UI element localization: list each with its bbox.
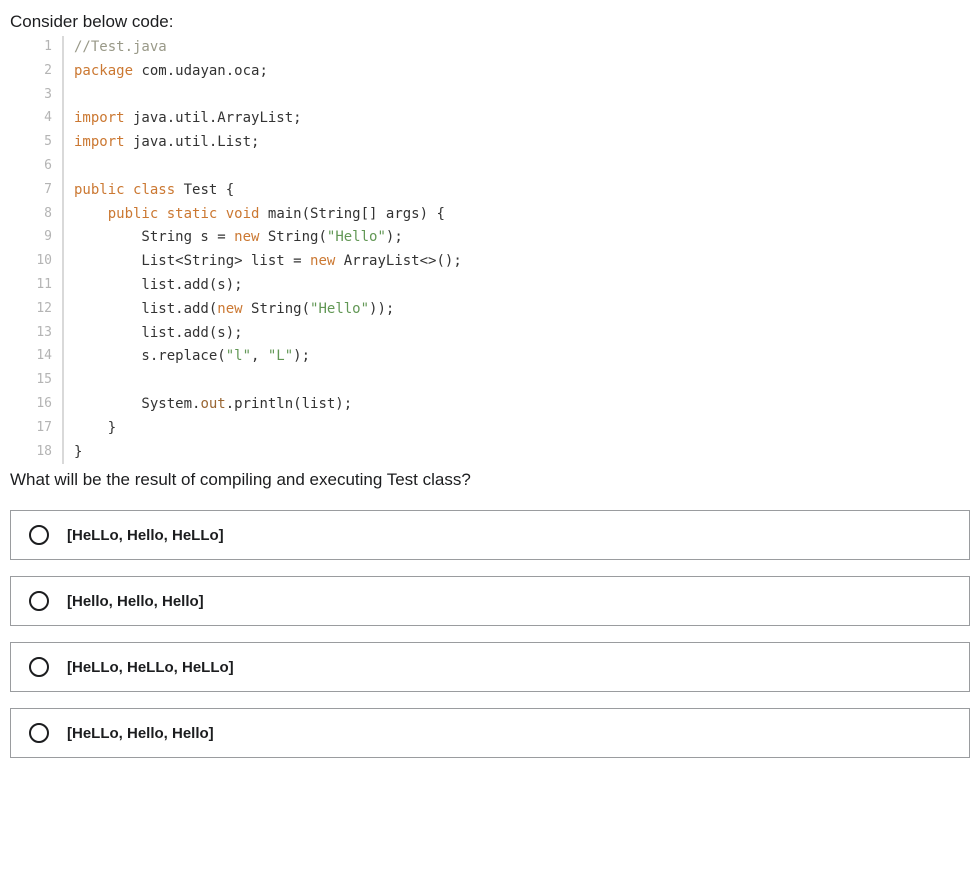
line-number: 8 [20,203,56,225]
line-number: 15 [20,369,56,391]
question-intro: Consider below code: [10,12,970,32]
gutter-separator [62,417,64,441]
code-line: 10 List<String> list = new ArrayList<>()… [20,250,970,274]
code-content: import java.util.ArrayList; [74,107,302,131]
gutter-separator [62,60,64,84]
gutter-separator [62,393,64,417]
code-line: 8 public static void main(String[] args)… [20,203,970,227]
line-number: 2 [20,60,56,82]
code-content: list.add(s); [74,274,243,298]
gutter-separator [62,155,64,179]
code-line: 14 s.replace("l", "L"); [20,345,970,369]
code-content: package com.udayan.oca; [74,60,268,84]
line-number: 1 [20,36,56,58]
line-number: 6 [20,155,56,177]
code-content: public class Test { [74,179,234,203]
gutter-separator [62,107,64,131]
line-number: 4 [20,107,56,129]
line-number: 7 [20,179,56,201]
radio-icon [29,525,49,545]
gutter-separator [62,179,64,203]
gutter-separator [62,250,64,274]
line-number: 11 [20,274,56,296]
gutter-separator [62,131,64,155]
gutter-separator [62,345,64,369]
code-content: //Test.java [74,36,167,60]
line-number: 14 [20,345,56,367]
line-number: 10 [20,250,56,272]
code-line: 15 [20,369,970,393]
answer-option-1[interactable]: [HeLLo, Hello, HeLLo] [10,510,970,560]
code-line: 2 package com.udayan.oca; [20,60,970,84]
gutter-separator [62,322,64,346]
radio-icon [29,657,49,677]
code-line: 11 list.add(s); [20,274,970,298]
code-line: 9 String s = new String("Hello"); [20,226,970,250]
option-label: [HeLLo, Hello, HeLLo] [67,527,224,544]
code-content: String s = new String("Hello"); [74,226,403,250]
code-line: 4 import java.util.ArrayList; [20,107,970,131]
code-line: 1 //Test.java [20,36,970,60]
gutter-separator [62,298,64,322]
code-content: public static void main(String[] args) { [74,203,445,227]
gutter-separator [62,369,64,393]
line-number: 5 [20,131,56,153]
option-label: [HeLLo, Hello, Hello] [67,725,214,742]
line-number: 17 [20,417,56,439]
question-text: What will be the result of compiling and… [10,470,970,490]
code-line: 18} [20,441,970,465]
code-line: 13 list.add(s); [20,322,970,346]
code-content: System.out.println(list); [74,393,352,417]
code-content: list.add(new String("Hello")); [74,298,394,322]
gutter-separator [62,274,64,298]
code-content: list.add(s); [74,322,243,346]
line-number: 13 [20,322,56,344]
line-number: 16 [20,393,56,415]
code-line: 12 list.add(new String("Hello")); [20,298,970,322]
code-line: 3 [20,84,970,108]
gutter-separator [62,36,64,60]
answer-options: [HeLLo, Hello, HeLLo] [Hello, Hello, Hell… [10,510,970,758]
code-line: 16 System.out.println(list); [20,393,970,417]
code-content [74,84,82,108]
code-content: } [74,441,82,465]
gutter-separator [62,84,64,108]
code-content: import java.util.List; [74,131,259,155]
line-number: 18 [20,441,56,463]
gutter-separator [62,441,64,465]
answer-option-3[interactable]: [HeLLo, HeLLo, HeLLo] [10,642,970,692]
code-content: List<String> list = new ArrayList<>(); [74,250,462,274]
gutter-separator [62,226,64,250]
code-content [74,155,82,179]
code-line: 5 import java.util.List; [20,131,970,155]
option-label: [HeLLo, HeLLo, HeLLo] [67,659,234,676]
radio-icon [29,591,49,611]
answer-option-2[interactable]: [Hello, Hello, Hello] [10,576,970,626]
code-content [74,369,82,393]
code-line: 6 [20,155,970,179]
line-number: 12 [20,298,56,320]
code-content: s.replace("l", "L"); [74,345,310,369]
radio-icon [29,723,49,743]
gutter-separator [62,203,64,227]
code-line: 17 } [20,417,970,441]
code-content: } [74,417,116,441]
answer-option-4[interactable]: [HeLLo, Hello, Hello] [10,708,970,758]
line-number: 3 [20,84,56,106]
code-block: 1 //Test.java 2 package com.udayan.oca; 3 4i… [10,36,970,464]
code-line: 7 public class Test { [20,179,970,203]
line-number: 9 [20,226,56,248]
option-label: [Hello, Hello, Hello] [67,593,204,610]
